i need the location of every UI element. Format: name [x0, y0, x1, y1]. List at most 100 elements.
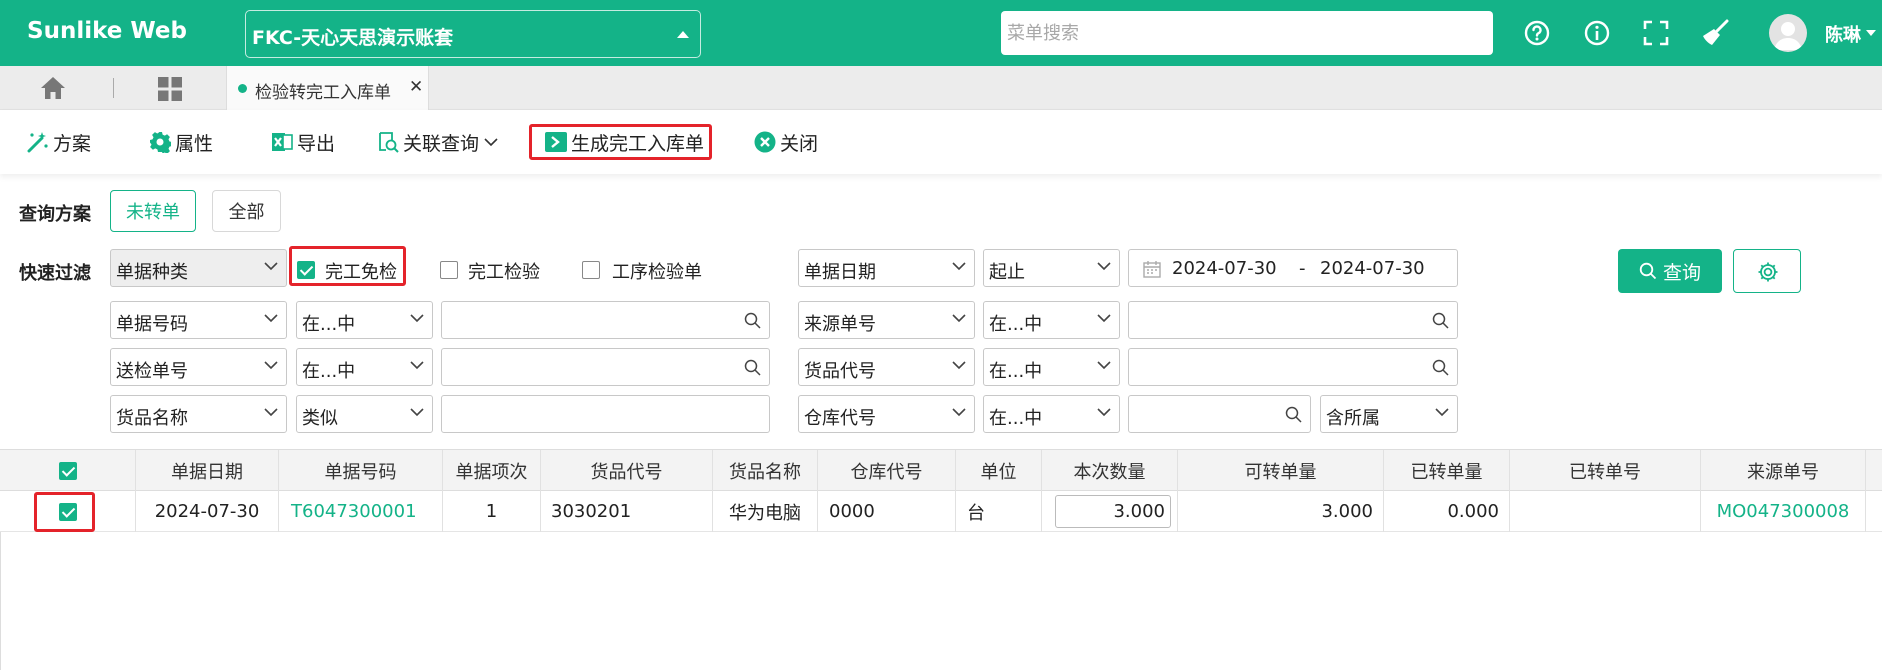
date-field-select[interactable]: 单据日期 — [798, 249, 975, 287]
col-header[interactable]: 单据日期 — [136, 450, 279, 491]
clear-cache-broom-icon[interactable] — [1700, 18, 1730, 48]
date-separator: - — [1299, 258, 1306, 279]
search-icon[interactable] — [744, 312, 761, 329]
product-code-op-select[interactable]: 在...中 — [983, 348, 1120, 386]
scheme-not-converted[interactable]: 未转单 — [110, 190, 196, 232]
doc-type-select[interactable]: 单据种类 — [110, 249, 287, 287]
related-query-button[interactable]: 关联查询 — [377, 110, 499, 174]
col-header[interactable]: 已转单量 — [1384, 450, 1510, 491]
warehouse-field-select[interactable]: 仓库代号 — [798, 395, 975, 433]
warehouse-op-select[interactable]: 在...中 — [983, 395, 1120, 433]
col-header[interactable]: 单位 — [956, 450, 1042, 491]
chevron-down-icon — [1097, 408, 1111, 417]
field-value: 仓库代号 — [804, 408, 876, 429]
checkbox-completion-inspection[interactable] — [440, 261, 458, 279]
col-header[interactable]: 货品名称 — [713, 450, 818, 491]
cell-date: 2024-07-30 — [136, 491, 279, 532]
source-no-op-select[interactable]: 在...中 — [983, 301, 1120, 339]
excel-icon — [272, 133, 293, 151]
checkbox-process-inspection[interactable] — [582, 261, 600, 279]
active-dot — [238, 84, 247, 93]
op-value: 在...中 — [302, 314, 356, 335]
date-to: 2024-07-30 — [1320, 258, 1425, 279]
properties-button[interactable]: 属性 — [149, 110, 213, 174]
filter-settings-button[interactable] — [1733, 249, 1801, 293]
magic-wand-icon — [27, 132, 48, 153]
product-name-input[interactable] — [441, 395, 770, 433]
avatar[interactable] — [1769, 14, 1807, 52]
gear-icon — [150, 132, 171, 153]
col-header[interactable]: 来源单号 — [1701, 450, 1866, 491]
doc-no-input[interactable] — [441, 301, 770, 339]
inspection-no-input[interactable] — [441, 348, 770, 386]
doc-no-field-select[interactable]: 单据号码 — [110, 301, 287, 339]
close-button[interactable]: 关闭 — [754, 110, 818, 174]
cell-converted-no — [1510, 491, 1701, 532]
select-all-checkbox[interactable] — [58, 461, 77, 480]
col-header[interactable]: 本次数量 — [1042, 450, 1178, 491]
col-header[interactable]: 单据项次 — [443, 450, 541, 491]
chevron-down-icon — [1097, 314, 1111, 323]
search-icon[interactable] — [744, 359, 761, 376]
caret-up-icon — [677, 31, 689, 38]
field-value: 单据号码 — [116, 314, 188, 335]
inspection-no-op-select[interactable]: 在...中 — [296, 348, 433, 386]
inspection-no-field-select[interactable]: 送检单号 — [110, 348, 287, 386]
quick-filter-label: 快速过滤 — [19, 263, 91, 284]
col-header[interactable]: 货品代号 — [541, 450, 713, 491]
op-value: 类似 — [302, 408, 338, 429]
checkbox-completion-exempt[interactable] — [297, 261, 315, 279]
scheme-all[interactable]: 全部 — [212, 190, 281, 232]
close-icon[interactable]: ✕ — [409, 77, 423, 97]
highlight-box — [34, 492, 95, 532]
search-icon[interactable] — [1285, 406, 1302, 423]
chevron-down-icon — [1097, 262, 1111, 271]
username[interactable]: 陈琳 — [1825, 21, 1861, 47]
product-code-field-select[interactable]: 货品代号 — [798, 348, 975, 386]
col-header[interactable]: 已转单号 — [1510, 450, 1701, 491]
product-code-input[interactable] — [1128, 348, 1458, 386]
date-op-select[interactable]: 起止 — [983, 249, 1120, 287]
source-no-field-select[interactable]: 来源单号 — [798, 301, 975, 339]
extra-value: 含所属 — [1326, 408, 1380, 429]
fullscreen-icon[interactable] — [1641, 18, 1671, 48]
product-name-op-select[interactable]: 类似 — [296, 395, 433, 433]
date-range-input[interactable]: 2024-07-30 - 2024-07-30 — [1128, 249, 1458, 287]
query-button[interactable]: 查询 — [1618, 249, 1722, 293]
tab-label: 检验转完工入库单 — [255, 83, 391, 103]
chevron-down-icon — [264, 314, 278, 323]
cell-doc-no-link[interactable]: T6047300001 — [279, 491, 443, 532]
source-no-input[interactable] — [1128, 301, 1458, 339]
account-selector[interactable]: FKC-天心天思演示账套 — [245, 10, 701, 58]
app-grid-icon[interactable] — [158, 77, 182, 101]
search-icon[interactable] — [1432, 312, 1449, 329]
home-icon[interactable] — [40, 76, 66, 100]
table-row[interactable]: 2024-07-30 T6047300001 1 3030201 华为电脑 00… — [0, 491, 1882, 532]
qty-input[interactable]: 3.000 — [1055, 495, 1171, 528]
chevron-down-icon — [264, 262, 278, 271]
tab-inspection-to-completion[interactable]: 检验转完工入库单 ✕ — [226, 66, 429, 110]
date-field-value: 单据日期 — [804, 262, 876, 283]
product-name-field-select[interactable]: 货品名称 — [110, 395, 287, 433]
search-icon[interactable] — [1432, 359, 1449, 376]
info-icon[interactable] — [1582, 18, 1612, 48]
toolbar: 方案 属性 导出 关联查询 生成完工入库单 关闭 — [0, 110, 1882, 174]
col-header[interactable]: 仓库代号 — [818, 450, 956, 491]
scheme-label: 方案 — [53, 132, 92, 155]
scheme-button[interactable]: 方案 — [27, 110, 91, 174]
export-button[interactable]: 导出 — [271, 110, 335, 174]
highlight-box — [529, 124, 712, 160]
include-subordinate-select[interactable]: 含所属 — [1320, 395, 1458, 433]
user-icon — [1774, 22, 1802, 50]
col-header[interactable]: 单据号码 — [279, 450, 443, 491]
properties-label: 属性 — [175, 132, 214, 155]
col-header[interactable]: 可转单量 — [1178, 450, 1384, 491]
help-icon[interactable] — [1522, 18, 1552, 48]
cell-product-name: 华为电脑 — [713, 491, 818, 532]
caret-down-icon[interactable] — [1866, 30, 1876, 36]
cell-source-no-link[interactable]: MO047300008 — [1701, 491, 1866, 532]
related-query-label: 关联查询 — [403, 132, 480, 155]
menu-search-input[interactable] — [1001, 11, 1493, 55]
doc-no-op-select[interactable]: 在...中 — [296, 301, 433, 339]
warehouse-input[interactable] — [1128, 395, 1311, 433]
